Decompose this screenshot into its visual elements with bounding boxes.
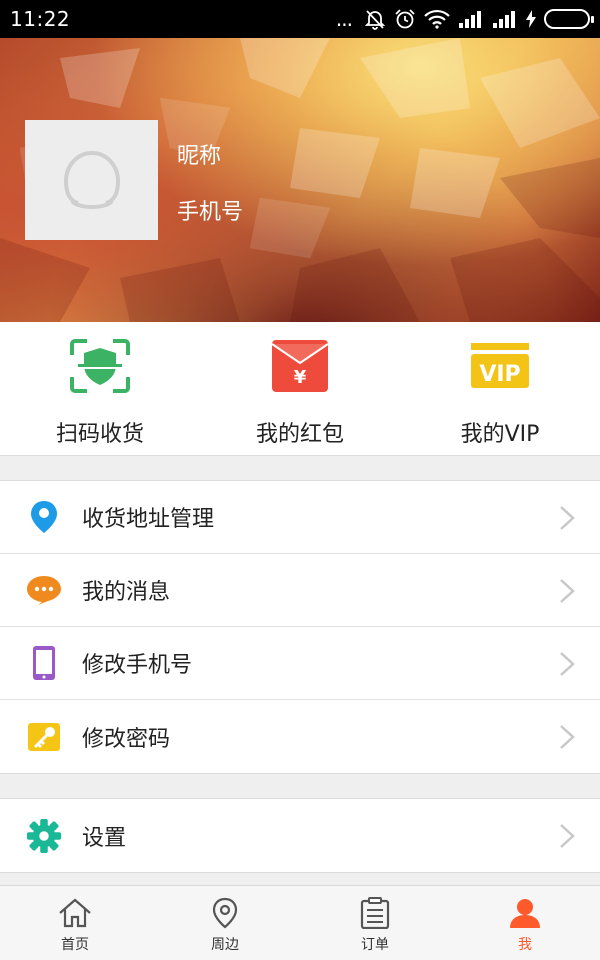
avatar[interactable]	[25, 120, 158, 240]
profile-header: 昵称 手机号	[0, 38, 600, 322]
home-icon	[58, 896, 92, 930]
menu-change-phone[interactable]: 修改手机号	[0, 627, 600, 700]
signal-1-icon	[458, 7, 484, 31]
phone-number[interactable]: 手机号	[177, 194, 243, 226]
avatar-placeholder-icon	[63, 150, 120, 209]
svg-text:¥: ¥	[294, 367, 307, 388]
status-bar: 11:22 ...	[0, 0, 600, 38]
quick-label: 我的VIP	[460, 422, 540, 447]
mobile-phone-icon	[26, 645, 62, 681]
alarm-clock-icon	[394, 7, 416, 31]
tab-home[interactable]: 首页	[0, 886, 150, 960]
bottom-tab-bar: 首页 周边 订单 我	[0, 885, 600, 960]
menu-my-messages[interactable]: 我的消息	[0, 554, 600, 627]
user-icon	[508, 896, 542, 930]
chevron-right-icon	[560, 506, 575, 530]
menu-group-settings: 设置	[0, 798, 600, 873]
tab-label: 周边	[211, 937, 239, 953]
quick-vip[interactable]: VIP 我的VIP	[400, 322, 600, 455]
tab-me[interactable]: 我	[450, 886, 600, 960]
quick-label: 我的红包	[255, 422, 344, 447]
order-list-icon	[358, 896, 392, 930]
charging-icon	[526, 7, 536, 31]
status-icons: ...	[335, 7, 594, 31]
quick-scan-receive[interactable]: 扫码收货	[0, 322, 200, 455]
menu-settings[interactable]: 设置	[0, 799, 600, 872]
menu-label: 修改手机号	[82, 653, 193, 678]
menu-label: 设置	[82, 825, 127, 851]
signal-2-icon	[492, 7, 518, 31]
mute-bell-icon	[364, 7, 386, 31]
tab-nearby[interactable]: 周边	[150, 886, 300, 960]
tab-orders[interactable]: 订单	[300, 886, 450, 960]
settings-gear-icon	[26, 818, 62, 854]
tab-label: 首页	[61, 937, 89, 953]
svg-text:VIP: VIP	[479, 362, 520, 387]
chevron-right-icon	[560, 652, 575, 676]
chevron-right-icon	[560, 725, 575, 749]
key-icon	[26, 719, 62, 755]
menu-address-management[interactable]: 收货地址管理	[0, 481, 600, 554]
menu-label: 我的消息	[82, 580, 171, 605]
menu-change-password[interactable]: 修改密码	[0, 700, 600, 773]
wifi-icon	[424, 7, 450, 31]
menu-group-account: 收货地址管理 我的消息 修改手机号 修改密码	[0, 480, 600, 774]
chevron-right-icon	[560, 579, 575, 603]
quick-label: 扫码收货	[55, 422, 144, 447]
location-pin-icon	[26, 499, 62, 535]
battery-icon	[544, 9, 594, 29]
quick-red-envelope[interactable]: ¥ 我的红包	[200, 322, 400, 455]
red-envelope-icon: ¥	[269, 338, 331, 394]
tab-label: 订单	[361, 937, 389, 953]
map-pin-icon	[208, 896, 242, 930]
menu-label: 修改密码	[82, 726, 171, 752]
menu-label: 收货地址管理	[82, 507, 215, 532]
vip-badge-icon: VIP	[469, 338, 531, 394]
scan-shield-icon	[69, 338, 131, 394]
chevron-right-icon	[560, 824, 575, 848]
status-time: 11:22	[10, 7, 71, 31]
chat-bubble-icon	[26, 572, 62, 608]
overflow-dots-icon: ...	[335, 7, 353, 31]
tab-label: 我	[518, 937, 532, 953]
quick-actions: 扫码收货 ¥ 我的红包 VIP 我的VIP	[0, 322, 600, 456]
nickname[interactable]: 昵称	[177, 138, 221, 170]
